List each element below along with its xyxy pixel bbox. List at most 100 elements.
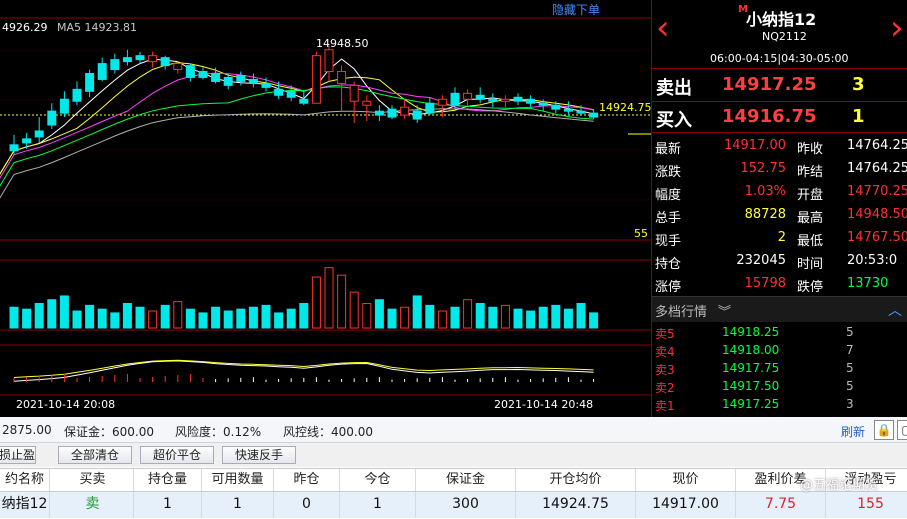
table-cell: 1 <box>340 492 416 518</box>
depth-label: 卖2 <box>655 381 675 395</box>
fast-close-button[interactable]: 超价平仓 <box>140 446 214 464</box>
signal-line <box>13 359 594 378</box>
column-header[interactable]: 保证金 <box>416 469 516 491</box>
depth-price: 14918.00 <box>722 343 780 357</box>
column-header[interactable]: 持仓量 <box>134 469 202 491</box>
ma-legend: 4926.29 MA5 14923.81 <box>2 21 137 34</box>
volume-bar <box>97 308 107 329</box>
column-header[interactable]: 今仓 <box>340 469 416 491</box>
divider <box>652 132 907 133</box>
volume-bar <box>160 304 170 329</box>
stat-value: 20:53:0 <box>847 253 898 268</box>
time-start: 2021-10-14 20:08 <box>16 398 116 411</box>
depth-qty: 5 <box>846 325 854 339</box>
depth-row[interactable]: 卖1 14917.25 3 <box>652 395 907 413</box>
table-row[interactable]: 纳指12 卖 1 1 0 1 300 14924.75 14917.00 7.75 155 <box>0 492 907 518</box>
volume-bar <box>135 306 145 329</box>
depth-title: 多档行情 <box>655 305 708 320</box>
column-header[interactable]: 现价 <box>636 469 736 491</box>
close-all-button[interactable]: 全部清仓 <box>58 446 132 464</box>
depth-row[interactable]: 卖5 14918.25 5 <box>652 323 907 341</box>
volume-bar <box>349 291 359 329</box>
stat-label: 最高 <box>797 211 824 226</box>
stat-value: 14770.25 <box>847 184 907 199</box>
table-cell: 1 <box>134 492 202 518</box>
table-cell: 155 <box>826 492 907 518</box>
column-header[interactable]: 买卖 <box>52 469 134 491</box>
depth-qty: 5 <box>846 379 854 393</box>
next-contract-icon[interactable]: › <box>890 8 904 48</box>
reverse-position-button[interactable]: 快速反手 <box>222 446 296 464</box>
contract-code: NQ2112 <box>762 30 807 43</box>
depth-price: 14917.50 <box>722 379 780 393</box>
prev-contract-icon[interactable]: ‹ <box>656 8 670 48</box>
stat-value: 232045 <box>736 253 786 268</box>
column-header[interactable]: 可用数量 <box>202 469 274 491</box>
chevron-up-icon[interactable]: ︿ <box>888 300 902 320</box>
volume-bar <box>299 302 309 329</box>
stat-value: 2 <box>777 230 786 245</box>
quote-stat-row: 幅度 1.03% 开盘 14770.25 <box>652 180 907 203</box>
candle-body <box>538 102 548 106</box>
hide-order-toggle[interactable]: 隐藏下单 <box>552 1 600 18</box>
volume-bar <box>185 308 195 329</box>
watermark: @五福论期货 <box>800 478 879 493</box>
candle-body <box>248 78 258 84</box>
kline-chart[interactable] <box>0 0 651 417</box>
volume-bar <box>551 304 561 329</box>
stat-label: 总手 <box>655 211 682 226</box>
double-chevron-down-icon[interactable]: ︾ <box>718 301 731 320</box>
depth-row[interactable]: 卖3 14917.75 5 <box>652 359 907 377</box>
volume-bar <box>324 267 334 329</box>
buy-price[interactable]: 14916.75 <box>722 106 817 127</box>
depth-header[interactable]: 多档行情 ︾ ︿ <box>652 296 907 322</box>
volume-bar <box>223 310 233 329</box>
stop-profit-loss-button[interactable]: 损止盈 <box>0 446 36 464</box>
volume-bar <box>488 306 498 329</box>
volume-bar <box>122 302 132 329</box>
depth-qty: 7 <box>846 343 854 357</box>
volume-bar <box>425 304 435 329</box>
balance-value: 2875.00 <box>2 423 52 437</box>
candle-body <box>400 106 410 116</box>
window-icon[interactable]: ▢ <box>897 420 907 440</box>
high-price-label: 14948.50 <box>316 37 369 50</box>
table-cell: 14924.75 <box>516 492 636 518</box>
candle-body <box>513 96 523 102</box>
stat-label: 幅度 <box>655 188 682 203</box>
volume-bar <box>148 310 158 329</box>
stat-label: 持仓 <box>655 257 682 272</box>
candle-body <box>97 63 107 80</box>
column-header[interactable]: 昨仓 <box>274 469 340 491</box>
chart-area[interactable]: 隐藏下单 4926.29 MA5 14923.81 14948.50 14924… <box>0 0 652 417</box>
lock-icon[interactable]: 🔒 <box>874 420 894 440</box>
risk-value: 风险度：0.12% <box>175 425 262 439</box>
candle-body <box>563 108 573 112</box>
refresh-button[interactable]: 刷新 <box>841 423 865 440</box>
column-header[interactable]: 约名称 <box>0 469 50 491</box>
quote-panel: ‹ › M 小纳指12 NQ2112 06:00-04:15|04:30-05:… <box>651 0 907 417</box>
quote-stat-row: 最新 14917.00 昨收 14764.25 <box>652 134 907 157</box>
depth-qty: 3 <box>846 397 854 411</box>
candle-body <box>551 104 561 110</box>
table-cell: 纳指12 <box>0 492 50 518</box>
depth-row[interactable]: 卖2 14917.50 5 <box>652 377 907 395</box>
sell-price[interactable]: 14917.25 <box>722 74 817 95</box>
candle-body <box>526 98 536 104</box>
depth-price: 14917.25 <box>722 397 780 411</box>
stat-value: 13730 <box>847 276 889 291</box>
candle-body <box>425 102 435 114</box>
time-end: 2021-10-14 20:48 <box>494 398 594 411</box>
volume-bar <box>463 299 473 329</box>
volume-bar <box>475 302 485 329</box>
depth-row[interactable]: 卖4 14918.00 7 <box>652 341 907 359</box>
volume-bar <box>450 306 460 329</box>
stat-value: 15798 <box>744 276 786 291</box>
candle-body <box>85 73 95 92</box>
candle-body <box>34 130 44 138</box>
candle-body <box>72 88 82 102</box>
candle-body <box>223 76 233 86</box>
candle-body <box>261 82 271 88</box>
column-header[interactable]: 开仓均价 <box>516 469 636 491</box>
volume-bar <box>261 304 271 329</box>
